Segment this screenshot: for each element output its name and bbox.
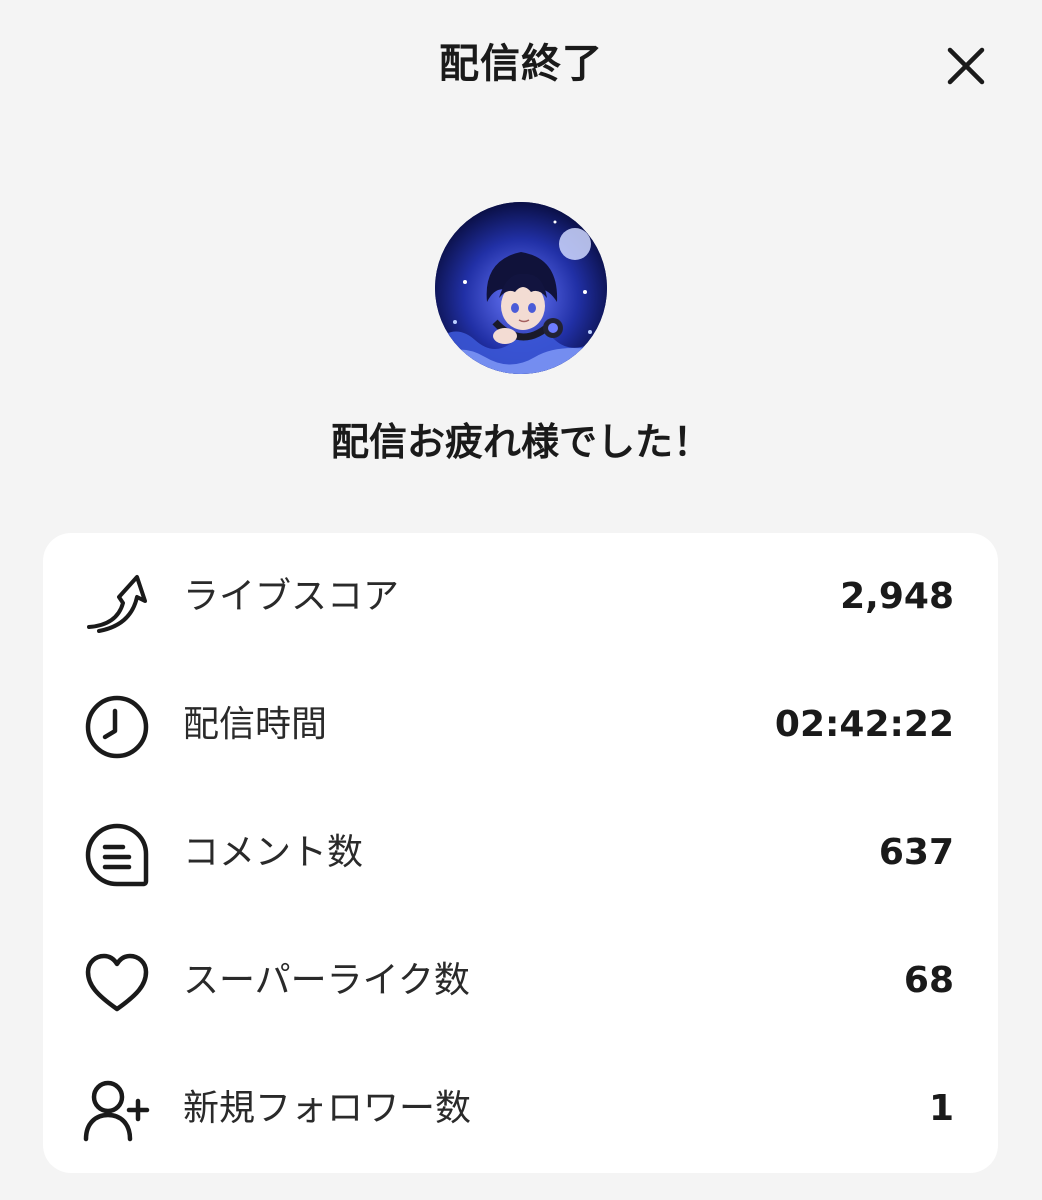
stat-row-live-score: ライブスコア 2,948 [43, 533, 998, 661]
stat-value: 637 [878, 832, 954, 873]
add-user-icon [83, 1080, 150, 1142]
close-button[interactable] [938, 38, 994, 94]
stat-value: 02:42:22 [774, 704, 954, 745]
page-title: 配信終了 [439, 41, 603, 87]
stat-value: 2,948 [840, 576, 954, 617]
header: 配信終了 [0, 0, 1042, 130]
stats-card: ライブスコア 2,948 配信時間 02:42:22 コメント数 637 スーパ… [43, 533, 998, 1173]
heart-icon [85, 953, 149, 1012]
stat-value: 68 [903, 960, 954, 1001]
stat-row-new-followers: 新規フォロワー数 1 [43, 1045, 998, 1173]
stat-label: ライブスコア [183, 576, 400, 617]
stream-complete-message: 配信お疲れ様でした！ [330, 420, 711, 464]
avatar [435, 202, 607, 374]
stat-label: スーパーライク数 [183, 960, 470, 1001]
avatar-illustration [435, 202, 607, 374]
rising-arrow-icon [87, 575, 147, 633]
stat-value: 1 [928, 1088, 954, 1129]
stat-label: コメント数 [183, 832, 364, 873]
stat-row-stream-time: 配信時間 02:42:22 [43, 661, 998, 789]
stat-label: 新規フォロワー数 [183, 1088, 472, 1129]
close-icon [947, 47, 985, 85]
stat-row-comments: コメント数 637 [43, 789, 998, 917]
clock-icon [85, 695, 149, 759]
comment-icon [85, 823, 149, 887]
stat-label: 配信時間 [183, 704, 328, 745]
stream-ended-screen: 配信終了 配信お疲れ様でした！ ライブスコア 2,948 配信時間 02:42:… [0, 0, 1042, 1200]
stat-row-super-likes: スーパーライク数 68 [43, 917, 998, 1045]
